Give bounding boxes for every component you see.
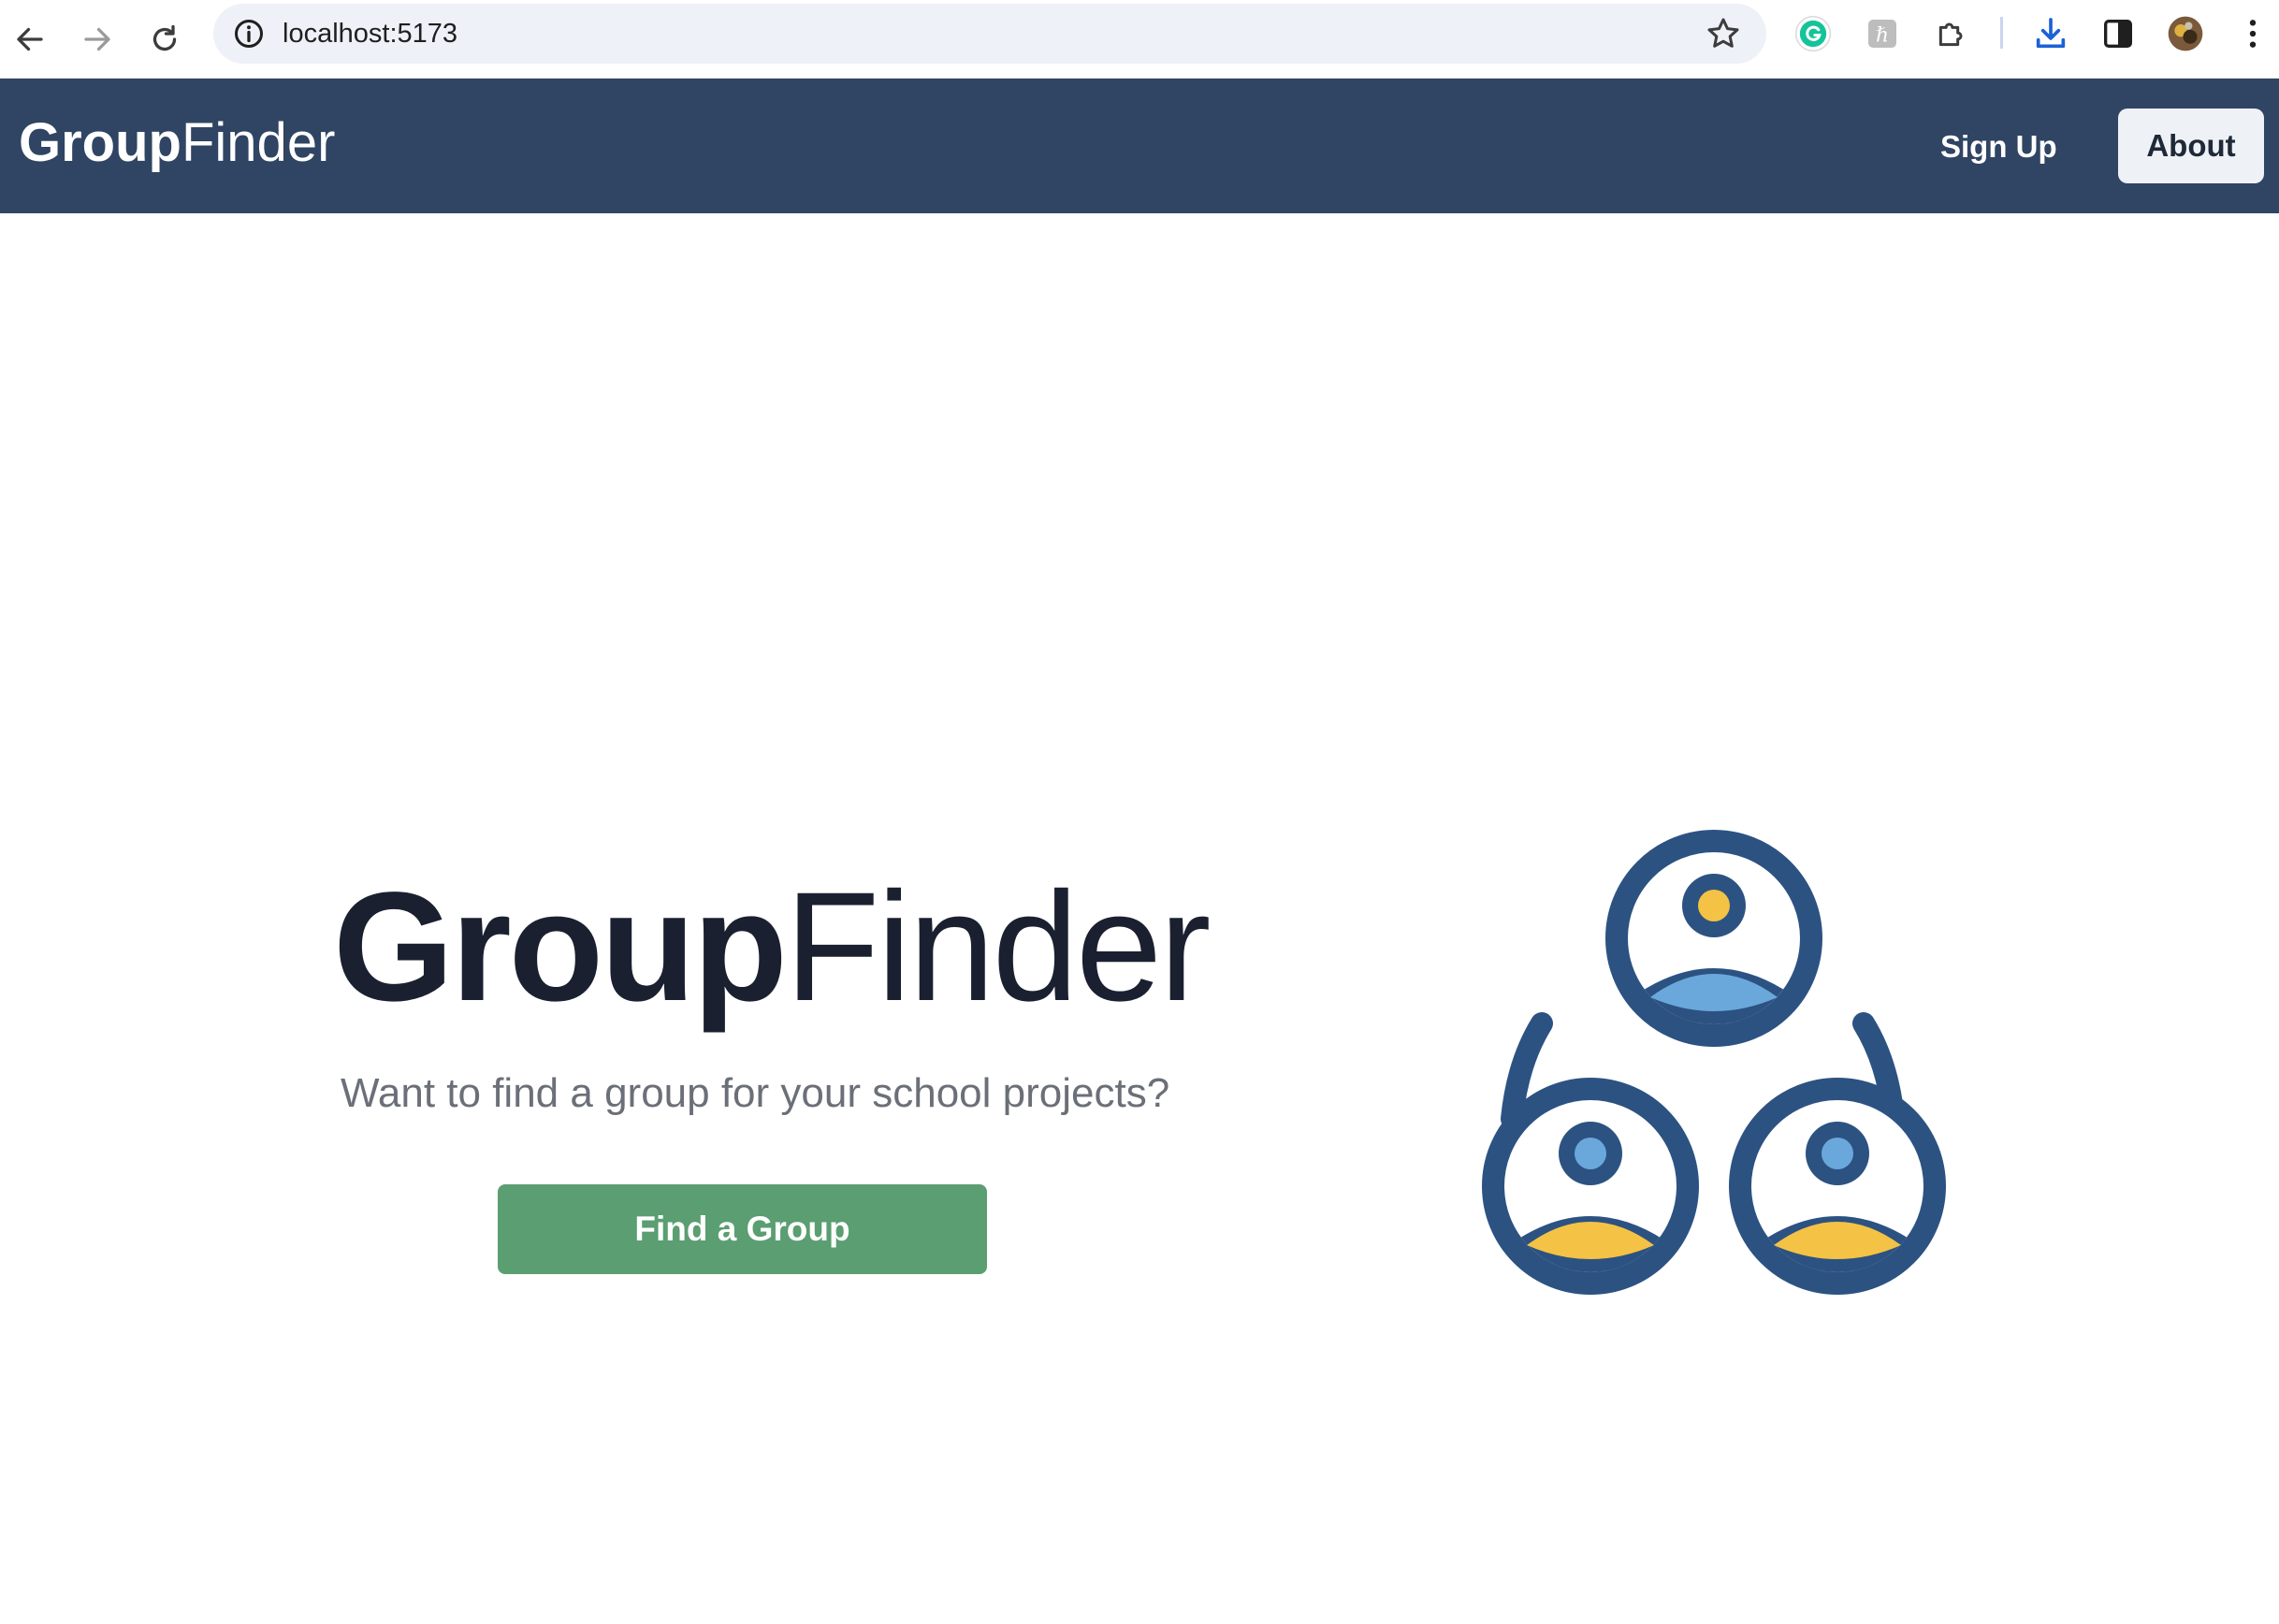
extensions-button[interactable] [1931,13,1972,54]
app-navbar: GroupFinder Sign Up About [0,79,2279,213]
info-icon[interactable] [232,17,266,51]
arrow-right-icon [84,27,110,51]
avatar[interactable] [2165,13,2206,54]
hero-title-light: Finder [784,861,1212,1034]
h-extension-icon: ℏ [1868,20,1896,48]
side-panel-icon [2104,20,2132,48]
reload-icon [152,24,177,51]
address-bar[interactable]: localhost:5173 [213,4,1766,64]
download-icon [2036,18,2066,49]
puzzle-icon [1938,22,1963,47]
hero-subtitle: Want to find a group for your school pro… [341,1070,1170,1116]
url-text[interactable]: localhost:5173 [283,19,457,50]
arrow-left-icon [17,27,43,51]
back-button[interactable] [4,13,56,65]
h-extension-button[interactable]: ℏ [1862,13,1903,54]
browser-toolbar: localhost:5173 ℏ [0,0,2279,79]
hero-title: GroupFinder [333,870,1211,1025]
toolbar-divider [2000,17,2003,49]
star-icon[interactable] [1705,15,1742,52]
brand-bold-text: Group [19,112,181,173]
grammarly-extension-button[interactable] [1793,13,1834,54]
svg-text:ℏ: ℏ [1876,23,1889,47]
sign-up-link[interactable]: Sign Up [1940,129,2057,165]
kebab-menu-icon [2249,20,2257,48]
grammarly-icon [1794,15,1832,52]
brand-logo[interactable]: GroupFinder [19,116,335,170]
brand-light-text: Finder [181,112,336,173]
forward-button[interactable] [71,13,123,65]
find-group-button[interactable]: Find a Group [498,1184,987,1274]
reload-button[interactable] [138,13,191,65]
side-panel-button[interactable] [2098,13,2139,54]
downloads-button[interactable] [2030,13,2071,54]
browser-menu-button[interactable] [2232,13,2273,54]
hero-title-bold: Group [333,861,788,1034]
about-button[interactable]: About [2118,109,2264,183]
group-people-icon [1482,830,1946,1295]
